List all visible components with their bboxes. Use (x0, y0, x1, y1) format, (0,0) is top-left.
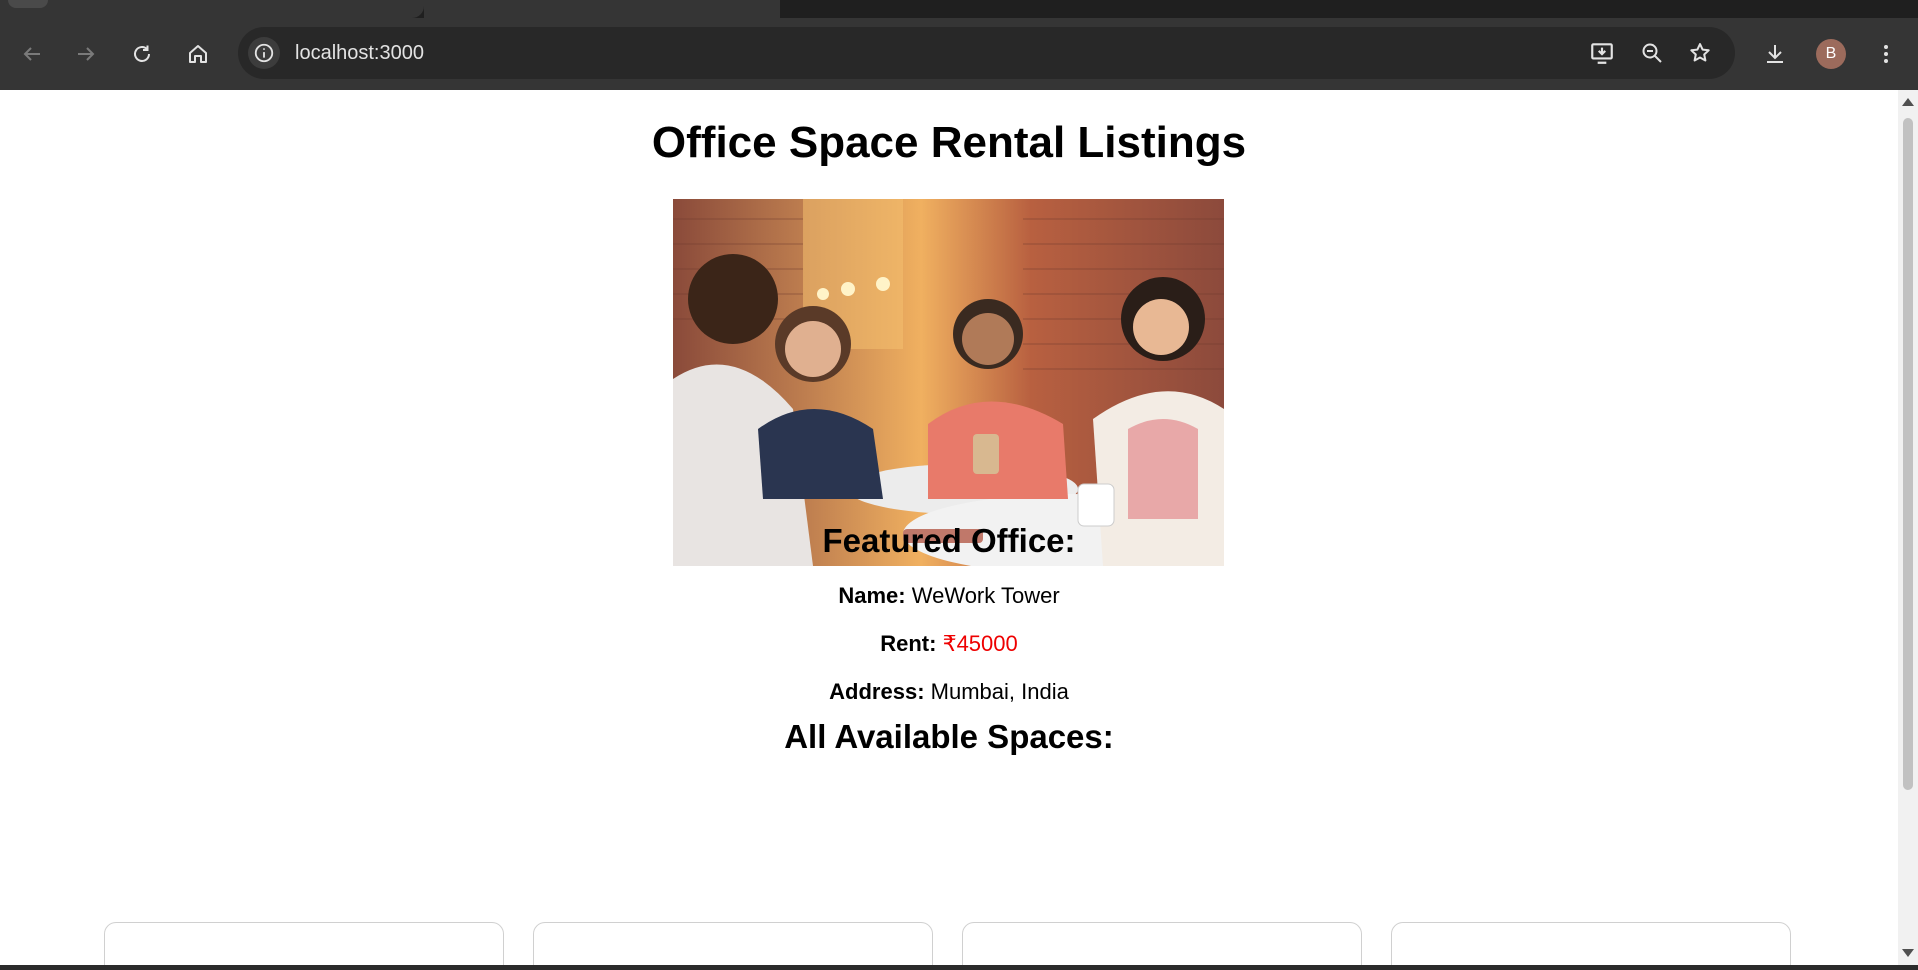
profile-avatar[interactable]: B (1816, 39, 1846, 69)
scroll-thumb[interactable] (1903, 118, 1913, 790)
window-bottom-edge (0, 965, 1918, 970)
arrow-right-icon (78, 47, 95, 61)
site-info-button[interactable] (248, 37, 280, 69)
rent-label: Rent: (880, 631, 937, 656)
address-value: Mumbai, India (930, 679, 1069, 704)
reload-button[interactable] (124, 36, 160, 72)
all-spaces-heading: All Available Spaces: (784, 718, 1114, 755)
tab-strip-empty (780, 0, 1918, 18)
featured-address: Address: Mumbai, India (0, 679, 1898, 705)
scroll-up-arrow[interactable] (1902, 98, 1914, 106)
home-icon (189, 45, 207, 63)
vertical-scrollbar[interactable] (1898, 90, 1918, 965)
featured-rent: Rent: ₹45000 (0, 631, 1898, 657)
listing-card[interactable] (104, 922, 504, 965)
tab-stub[interactable] (8, 0, 48, 8)
page-viewport: Office Space Rental Listings Featured Of… (0, 90, 1898, 965)
zoom-out-icon (1642, 43, 1662, 63)
name-label: Name: (838, 583, 906, 608)
tab-strip (0, 0, 1918, 18)
more-vert-icon (1884, 45, 1888, 63)
listing-card[interactable] (962, 922, 1362, 965)
hero-image (673, 199, 1224, 566)
scroll-down-arrow[interactable] (1902, 949, 1914, 957)
browser-toolbar: localhost:3000 B (0, 18, 1918, 90)
install-app-button[interactable] (1586, 37, 1618, 69)
menu-button[interactable] (1868, 36, 1904, 72)
name-value: WeWork Tower (911, 583, 1060, 608)
tab-inactive[interactable] (0, 0, 424, 18)
star-icon (1690, 43, 1710, 62)
info-icon (254, 43, 274, 63)
forward-button[interactable] (68, 36, 104, 72)
page-title: Office Space Rental Listings (651, 118, 1247, 167)
home-button[interactable] (180, 36, 216, 72)
featured-name: Name: WeWork Tower (0, 583, 1898, 609)
reload-icon (134, 45, 150, 62)
back-button[interactable] (14, 36, 50, 72)
arrow-left-icon (23, 47, 40, 61)
download-icon (1767, 45, 1783, 63)
zoom-button[interactable] (1636, 37, 1668, 69)
tab-active[interactable] (424, 0, 780, 18)
listing-card[interactable] (533, 922, 933, 965)
hero-photo (673, 199, 1224, 566)
address-bar[interactable]: localhost:3000 (238, 27, 1735, 79)
address-label: Address: (829, 679, 925, 704)
rent-value: ₹45000 (942, 631, 1018, 656)
featured-heading: Featured Office: (822, 522, 1076, 559)
bookmark-button[interactable] (1684, 37, 1716, 69)
url-text[interactable]: localhost:3000 (295, 27, 424, 79)
install-icon (1591, 43, 1613, 64)
downloads-button[interactable] (1757, 36, 1793, 72)
listing-card[interactable] (1391, 922, 1791, 965)
